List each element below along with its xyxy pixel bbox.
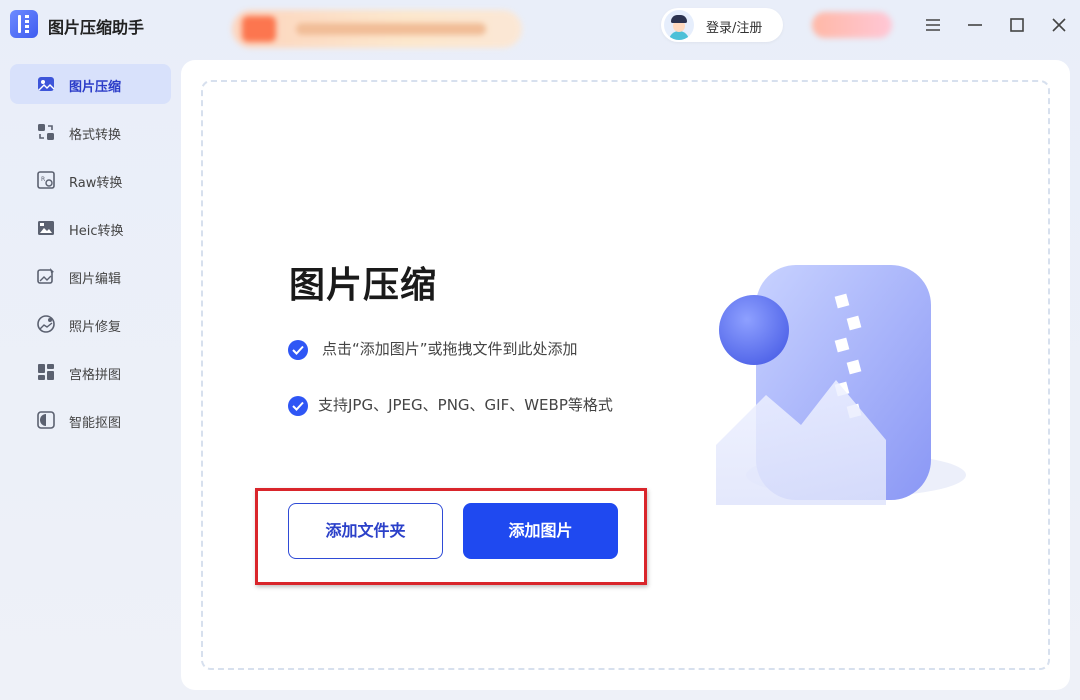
sidebar-item-label: 格式转换 <box>69 128 122 143</box>
sidebar-item-image-compress[interactable]: 图片压缩 <box>10 64 171 104</box>
login-label: 登录/注册 <box>706 21 763 36</box>
highlight-box <box>255 488 647 585</box>
sidebar-item-label: Raw转换 <box>69 176 123 191</box>
maximize-icon[interactable] <box>1006 14 1028 36</box>
app-logo-icon <box>10 10 38 38</box>
vip-badge[interactable] <box>812 12 892 38</box>
close-icon[interactable] <box>1048 14 1070 36</box>
sidebar-item-label: 图片编辑 <box>69 272 122 287</box>
menu-icon[interactable] <box>922 14 944 36</box>
sidebar: 图片压缩 格式转换 R Raw转换 Heic转换 图片编辑 照片修复 宫格拼图 … <box>0 56 180 696</box>
sidebar-item-label: 照片修复 <box>69 320 122 335</box>
sidebar-item-label: Heic转换 <box>69 224 124 239</box>
raw-convert-icon: R <box>36 170 56 190</box>
minimize-icon[interactable] <box>964 14 986 36</box>
svg-text:R: R <box>41 176 45 183</box>
photo-repair-icon <box>36 314 56 334</box>
format-convert-icon <box>36 122 56 142</box>
tip-supported-formats: 支持JPG、JPEG、PNG、GIF、WEBP等格式 <box>318 396 613 414</box>
sidebar-item-heic-convert[interactable]: Heic转换 <box>10 208 171 248</box>
app-title: 图片压缩助手 <box>48 18 145 37</box>
heic-convert-icon <box>36 218 56 238</box>
compress-illustration-icon <box>716 265 976 515</box>
login-button[interactable]: 登录/注册 <box>661 8 783 42</box>
sidebar-item-raw-convert[interactable]: R Raw转换 <box>10 160 171 200</box>
main-panel: 图片压缩 点击“添加图片”或拖拽文件到此处添加 支持JPG、JPEG、PNG、G… <box>181 60 1070 690</box>
sidebar-item-photo-repair[interactable]: 照片修复 <box>10 304 171 344</box>
image-compress-icon <box>36 74 56 94</box>
sidebar-item-label: 宫格拼图 <box>69 368 122 383</box>
image-edit-icon <box>36 266 56 286</box>
check-icon <box>288 396 308 416</box>
avatar <box>664 10 694 40</box>
page-title: 图片压缩 <box>289 265 438 306</box>
grid-collage-icon <box>36 362 56 382</box>
title-bar: 图片压缩助手 登录/注册 <box>0 0 1080 52</box>
sidebar-item-label: 图片压缩 <box>69 80 122 95</box>
smart-cutout-icon <box>36 410 56 430</box>
sidebar-item-grid-collage[interactable]: 宫格拼图 <box>10 352 171 392</box>
tip-add-image: 点击“添加图片”或拖拽文件到此处添加 <box>322 340 578 358</box>
sidebar-item-image-edit[interactable]: 图片编辑 <box>10 256 171 296</box>
promo-banner[interactable] <box>232 10 522 48</box>
sidebar-item-format-convert[interactable]: 格式转换 <box>10 112 171 152</box>
sidebar-item-smart-cutout[interactable]: 智能抠图 <box>10 400 171 440</box>
check-icon <box>288 340 308 360</box>
sidebar-item-label: 智能抠图 <box>69 416 122 431</box>
